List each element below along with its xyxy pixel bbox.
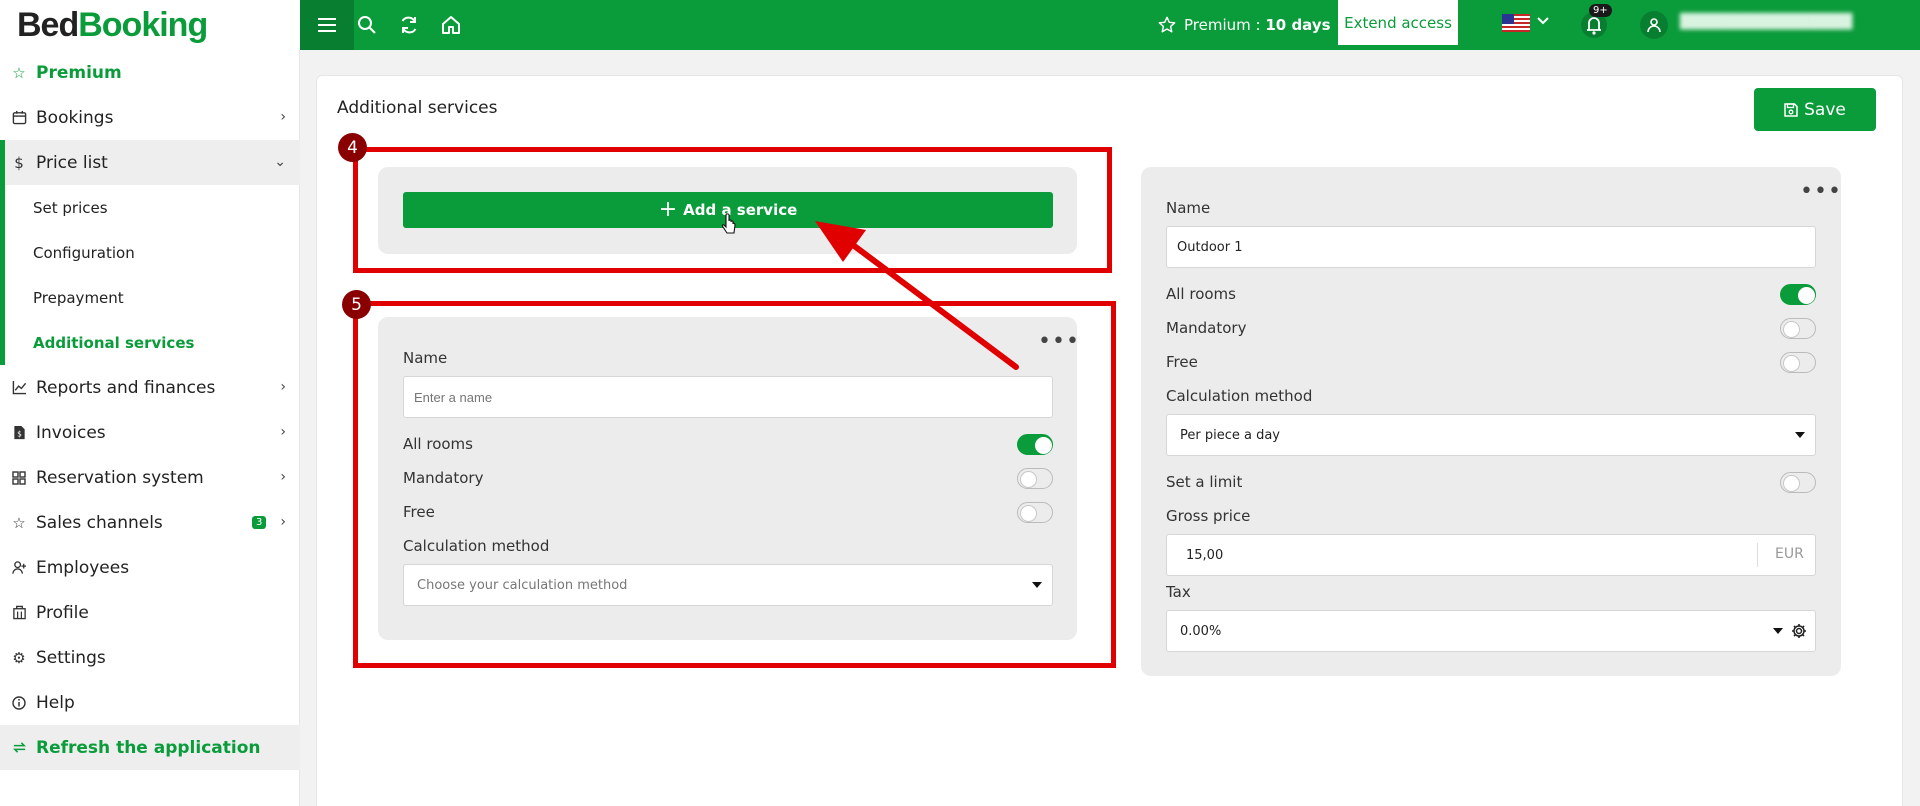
chevron-right-icon: › [280, 424, 286, 440]
annotation-marker-4: 4 [338, 133, 367, 162]
annotation-box-5 [353, 301, 1116, 668]
sales-channels-badge: 3 [252, 516, 267, 529]
user-icon[interactable] [1640, 11, 1668, 39]
logo-text-booking: Booking [78, 5, 208, 44]
extend-access-button[interactable]: Extend access [1338, 0, 1458, 45]
calculation-method-select[interactable]: Per piece a day [1166, 414, 1816, 456]
notification-badge: 9+ [1589, 4, 1612, 17]
all-rooms-label: All rooms [1166, 285, 1236, 303]
logo[interactable]: BedBooking [0, 0, 300, 50]
refresh-icon[interactable] [397, 13, 421, 37]
calculation-method-label: Calculation method [1166, 387, 1313, 405]
sidebar-item-price-list[interactable]: $ Price list ⌄ [0, 140, 300, 185]
input-separator [1757, 543, 1758, 567]
dollar-icon: $ [14, 153, 24, 172]
mandatory-label: Mandatory [1166, 319, 1247, 337]
save-label: Save [1804, 99, 1846, 120]
menu-icon[interactable] [300, 0, 354, 50]
search-icon[interactable] [355, 13, 379, 37]
sidebar-subitem-additional-services[interactable]: Additional services [0, 320, 300, 365]
home-icon[interactable] [439, 13, 463, 37]
free-label: Free [1166, 353, 1198, 371]
chevron-down-icon: ⌄ [274, 154, 286, 170]
tax-value: 0.00% [1180, 623, 1222, 639]
chevron-right-icon: › [280, 514, 286, 530]
tax-select[interactable]: 0.00% [1166, 610, 1816, 652]
invoice-icon: $ [10, 424, 28, 442]
calendar-icon [10, 109, 28, 127]
annotation-marker-5: 5 [342, 290, 371, 319]
currency-label: EUR [1775, 546, 1804, 562]
sidebar-item-bookings[interactable]: Bookings › [0, 95, 300, 140]
sidebar-item-employees[interactable]: Employees [0, 545, 300, 590]
building-icon [10, 604, 28, 622]
star-icon: ☆ [12, 513, 26, 532]
sidebar-item-label: Premium [36, 62, 122, 83]
sidebar-item-invoices[interactable]: $ Invoices › [0, 410, 300, 455]
sidebar-item-settings[interactable]: ⚙ Settings [0, 635, 300, 680]
chart-icon [10, 379, 28, 397]
sidebar-subitem-set-prices[interactable]: Set prices [0, 185, 300, 230]
name-input[interactable]: Outdoor 1 [1166, 226, 1816, 268]
sidebar-item-label: Bookings [36, 107, 114, 128]
chevron-right-icon: › [280, 469, 286, 485]
sidebar-item-help[interactable]: Help [0, 680, 300, 725]
calculation-method-value: Per piece a day [1180, 427, 1281, 443]
sidebar-item-refresh-application[interactable]: Refresh the application [0, 725, 300, 770]
gross-price-input[interactable]: 15,00 EUR [1166, 534, 1816, 576]
sidebar-item-profile[interactable]: Profile [0, 590, 300, 635]
premium-label: Premium : [1184, 16, 1266, 34]
set-limit-label: Set a limit [1166, 473, 1243, 491]
us-flag-icon[interactable] [1502, 14, 1530, 32]
sidebar-item-premium[interactable]: ☆ Premium [0, 50, 300, 95]
more-options-icon[interactable]: ••• [1800, 181, 1842, 203]
sidebar-item-label: Sales channels [36, 512, 163, 533]
star-icon: ☆ [12, 63, 26, 82]
sidebar-item-label: Reservation system [36, 467, 204, 488]
free-toggle[interactable] [1780, 352, 1816, 373]
sidebar: ☆ Premium Bookings › $ Price list ⌄ Set … [0, 50, 300, 806]
sidebar-item-sales-channels[interactable]: ☆ Sales channels 3 › [0, 500, 300, 545]
annotation-box-4 [353, 147, 1112, 273]
sidebar-subitem-configuration[interactable]: Configuration [0, 230, 300, 275]
star-icon [1158, 16, 1176, 33]
mandatory-toggle[interactable] [1780, 318, 1816, 339]
logo-text-bed: Bed [17, 5, 79, 44]
premium-status[interactable]: Premium : 10 days [1158, 0, 1331, 50]
gross-price-value: 15,00 [1186, 547, 1224, 563]
chevron-down-icon[interactable] [1536, 14, 1550, 28]
sidebar-item-reports-and-finances[interactable]: Reports and finances › [0, 365, 300, 410]
sidebar-item-label: Reports and finances [36, 377, 216, 398]
gear-icon: ⚙ [12, 648, 26, 667]
user-name-blurred[interactable]: ████████████████ [1680, 14, 1900, 30]
info-icon [10, 694, 28, 712]
caret-down-icon [1795, 432, 1805, 438]
save-icon [1784, 102, 1798, 117]
set-limit-toggle[interactable] [1780, 472, 1816, 493]
sidebar-item-label: Profile [36, 602, 89, 623]
sidebar-subitem-prepayment[interactable]: Prepayment [0, 275, 300, 320]
sidebar-item-label: Help [36, 692, 75, 713]
tax-settings-gear-icon[interactable] [1791, 623, 1807, 639]
page-title: Additional services [337, 98, 498, 118]
sidebar-item-reservation-system[interactable]: Reservation system › [0, 455, 300, 500]
all-rooms-toggle[interactable] [1780, 284, 1816, 305]
grid-icon [10, 469, 28, 487]
tax-label: Tax [1166, 583, 1191, 601]
sidebar-item-label: Employees [36, 557, 130, 578]
sidebar-item-label: Settings [36, 647, 106, 668]
chevron-right-icon: › [280, 379, 286, 395]
chevron-right-icon: › [280, 109, 286, 125]
premium-days: 10 days [1265, 16, 1331, 34]
sidebar-item-label: Invoices [36, 422, 106, 443]
caret-down-icon [1773, 628, 1783, 634]
save-button[interactable]: Save [1754, 88, 1876, 131]
refresh-icon [10, 739, 28, 757]
svg-text:$: $ [17, 429, 22, 438]
name-label: Name [1166, 199, 1211, 217]
sidebar-item-label: Refresh the application [36, 737, 261, 758]
gross-price-label: Gross price [1166, 507, 1251, 525]
user-add-icon [10, 559, 28, 577]
sidebar-item-label: Price list [36, 152, 108, 173]
